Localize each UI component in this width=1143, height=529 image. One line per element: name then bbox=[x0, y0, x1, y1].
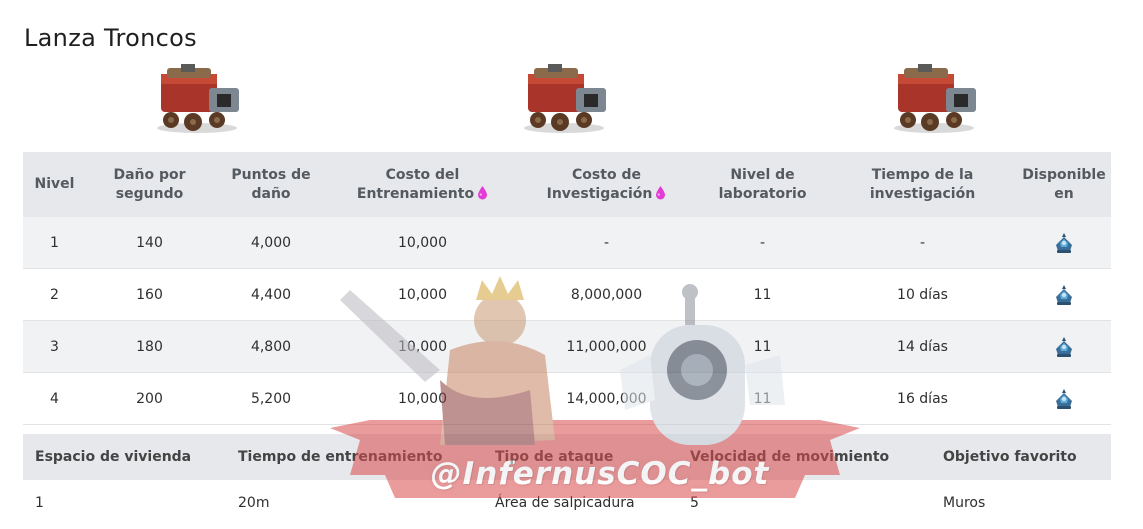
lab-level-cell: 11 bbox=[697, 268, 828, 321]
level-row: 1 140 4,000 10,000- - - bbox=[23, 217, 1111, 269]
town-hall-icon bbox=[1056, 232, 1072, 253]
training-cost-cell: 10,000 bbox=[329, 320, 516, 373]
header-level: Nivel bbox=[23, 152, 86, 217]
level-row: 4 200 5,200 10,000 14,000,000 11 16 días bbox=[23, 372, 1111, 425]
lab-level-cell: 11 bbox=[697, 320, 828, 373]
research-cost-cell: 8,000,000 bbox=[516, 268, 697, 321]
damage-cell: 5,200 bbox=[213, 372, 329, 425]
training-cost-cell: 10,000 bbox=[329, 268, 516, 321]
header-training-cost: Costo del Entrenamiento bbox=[329, 152, 516, 217]
attack-type-value: Área de salpicadura bbox=[495, 495, 635, 511]
available-cell bbox=[1017, 268, 1111, 321]
available-cell bbox=[1017, 217, 1111, 269]
level-cell: 2 bbox=[23, 268, 86, 321]
damage-cell: 4,400 bbox=[213, 268, 329, 321]
header-movement-speed: Velocidad de movimiento bbox=[678, 434, 931, 480]
damage-cell: 4,000 bbox=[213, 217, 329, 269]
level-cell: 1 bbox=[23, 217, 86, 269]
research-cost-cell: 14,000,000 bbox=[516, 372, 697, 425]
level-row: 2 160 4,400 10,000 8,000,000 11 10 días bbox=[23, 268, 1111, 321]
level-row: 3 180 4,800 10,000 11,000,000 11 14 días bbox=[23, 320, 1111, 373]
stats-value-row: 1 20m Área de salpicadura 5 Muros bbox=[23, 480, 1111, 526]
lab-level-cell: 11 bbox=[697, 372, 828, 425]
level-cell: 3 bbox=[23, 320, 86, 373]
lab-level-cell: - bbox=[697, 217, 828, 269]
log-launcher-icon bbox=[884, 56, 984, 136]
research-time-cell: 16 días bbox=[828, 372, 1017, 425]
town-hall-icon bbox=[1056, 336, 1072, 357]
elixir-icon bbox=[656, 185, 666, 199]
header-attack-type: Tipo de ataque bbox=[483, 434, 678, 480]
header-lab-level: Nivel de laboratorio bbox=[697, 152, 828, 217]
training-time-value: 20m bbox=[238, 495, 270, 511]
town-hall-icon bbox=[1056, 284, 1072, 305]
header-training-time: Tiempo de entrenamiento bbox=[226, 434, 483, 480]
research-cost-cell: - bbox=[516, 217, 697, 269]
stats-header-row: Espacio de vivienda Tiempo de entrenamie… bbox=[23, 434, 1111, 480]
header-dps: Daño por segundo bbox=[86, 152, 213, 217]
header-housing-space: Espacio de vivienda bbox=[23, 434, 226, 480]
available-cell bbox=[1017, 372, 1111, 425]
dps-cell: 200 bbox=[86, 372, 213, 425]
level-cell: 4 bbox=[23, 372, 86, 425]
research-cost-cell: 11,000,000 bbox=[516, 320, 697, 373]
dps-cell: 180 bbox=[86, 320, 213, 373]
page: Lanza Troncos Nivel Daño por segundo Pun… bbox=[0, 0, 1143, 529]
header-research-cost: Costo de Investigación bbox=[516, 152, 697, 217]
housing-space-value: 1 bbox=[35, 495, 44, 511]
training-cost-cell: 10,000 bbox=[329, 217, 516, 269]
levels-table: Nivel Daño por segundo Puntos de daño Cost… bbox=[23, 152, 1111, 425]
movement-speed-value: 5 bbox=[690, 495, 699, 511]
levels-header-row: Nivel Daño por segundo Puntos de daño Cost… bbox=[23, 152, 1111, 217]
training-cost-cell: 10,000 bbox=[329, 372, 516, 425]
dps-cell: 140 bbox=[86, 217, 213, 269]
research-time-cell: 10 días bbox=[828, 268, 1017, 321]
header-favorite-target: Objetivo favorito bbox=[931, 434, 1111, 480]
header-available: Disponible en bbox=[1017, 152, 1111, 217]
available-cell bbox=[1017, 320, 1111, 373]
town-hall-icon bbox=[1056, 388, 1072, 409]
log-launcher-icon bbox=[514, 56, 614, 136]
elixir-icon bbox=[478, 185, 488, 199]
research-time-cell: 14 días bbox=[828, 320, 1017, 373]
log-launcher-icon bbox=[147, 56, 247, 136]
damage-cell: 4,800 bbox=[213, 320, 329, 373]
stats-table: Espacio de vivienda Tiempo de entrenamie… bbox=[23, 434, 1111, 526]
header-damage: Puntos de daño bbox=[213, 152, 329, 217]
favorite-target-value: Muros bbox=[943, 495, 986, 511]
page-title: Lanza Troncos bbox=[24, 24, 197, 53]
research-time-cell: - bbox=[828, 217, 1017, 269]
header-research-time: Tiempo de la investigación bbox=[828, 152, 1017, 217]
dps-cell: 160 bbox=[86, 268, 213, 321]
